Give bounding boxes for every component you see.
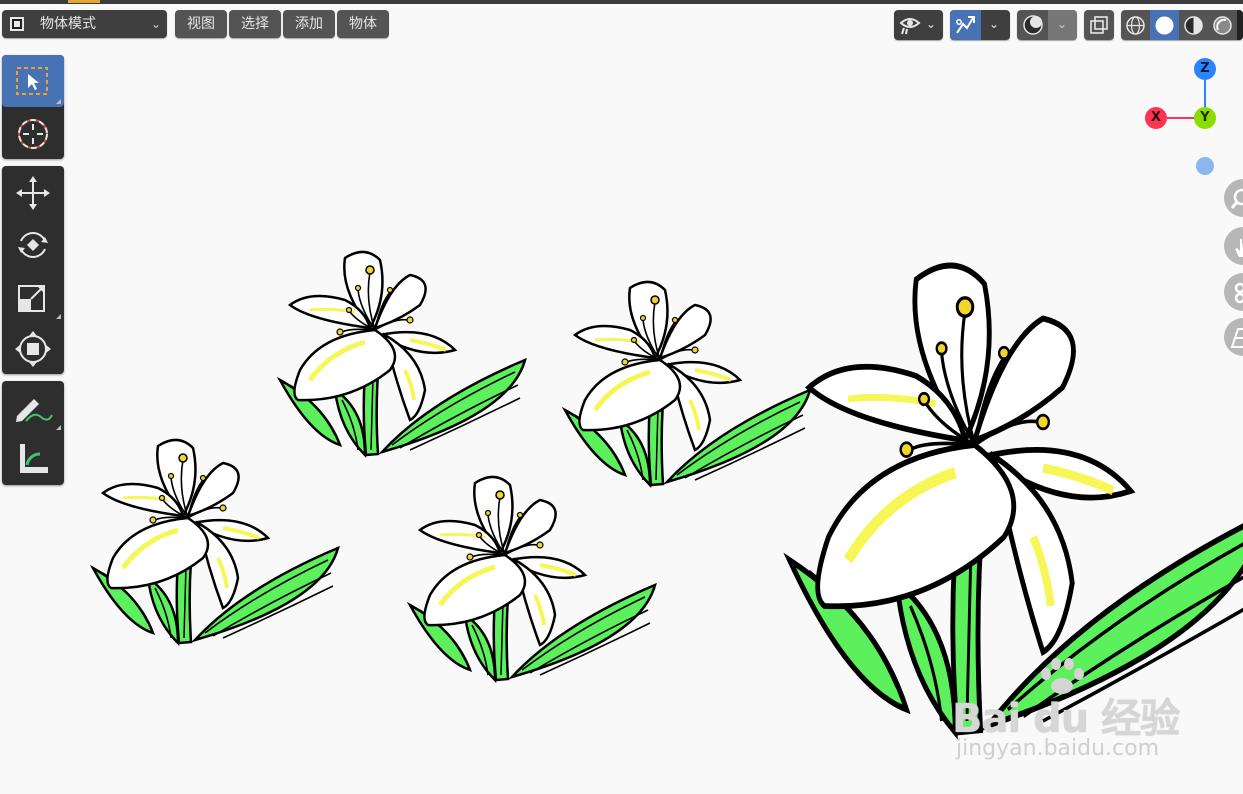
shading-wireframe-button[interactable]: [1121, 10, 1150, 40]
xray-toggle[interactable]: [1084, 10, 1114, 40]
mode-dropdown-label: 物体模式: [40, 16, 96, 32]
shading-solid-button[interactable]: [1150, 10, 1179, 40]
lily-drawing-3: [565, 282, 810, 485]
lily-drawing-4: [410, 477, 655, 680]
wireframe-shading-icon: [1126, 16, 1145, 35]
viewport-header: 物体模式 ⌄ 视图 选择 添加 物体 ⌄ ⌄ ⌄: [0, 4, 1243, 44]
chevron-down-icon: ⌄: [926, 17, 937, 31]
solid-shading-icon: [1155, 16, 1174, 35]
watermark-url: jingyan.baidu.com: [956, 736, 1160, 761]
overlay-toggle-button[interactable]: [1017, 10, 1048, 40]
chevron-down-icon: ⌄: [1057, 17, 1068, 31]
baidu-watermark: Bai du 经验 jingyan.baidu.com: [948, 656, 1180, 776]
shading-dropdown-edge[interactable]: [1237, 10, 1243, 40]
menu-add[interactable]: 添加: [283, 10, 335, 38]
gizmo-arrow-icon: [956, 16, 975, 34]
visibility-dropdown[interactable]: ⌄: [894, 10, 943, 40]
shading-material-button[interactable]: [1179, 10, 1208, 40]
overlay-icon: [1023, 15, 1043, 35]
chevron-down-icon[interactable]: ⌄: [989, 10, 999, 38]
lily-drawing-2: [93, 440, 338, 643]
menu-object[interactable]: 物体: [337, 10, 389, 38]
eye-visibility-icon: [899, 18, 921, 35]
overlay-dropdown[interactable]: ⌄: [1048, 10, 1077, 40]
gizmo-toggle-button[interactable]: [950, 10, 981, 40]
xray-toggle-icon: [1090, 16, 1108, 34]
shading-rendered-button[interactable]: [1208, 10, 1237, 40]
chevron-down-icon: ⌄: [150, 17, 161, 31]
menu-select[interactable]: 选择: [229, 10, 281, 38]
mode-dropdown[interactable]: 物体模式 ⌄: [2, 10, 167, 38]
rendered-shading-icon: [1213, 16, 1232, 35]
object-mode-icon: [10, 17, 24, 31]
material-shading-icon: [1184, 16, 1203, 35]
gizmo-toggle-group: ⌄: [950, 10, 1010, 40]
menu-view[interactable]: 视图: [175, 10, 227, 38]
editor-accent-bar: [68, 0, 100, 3]
shading-mode-group: [1121, 10, 1243, 40]
overlay-group: ⌄: [1017, 10, 1077, 40]
lily-drawing-1: [280, 252, 525, 455]
